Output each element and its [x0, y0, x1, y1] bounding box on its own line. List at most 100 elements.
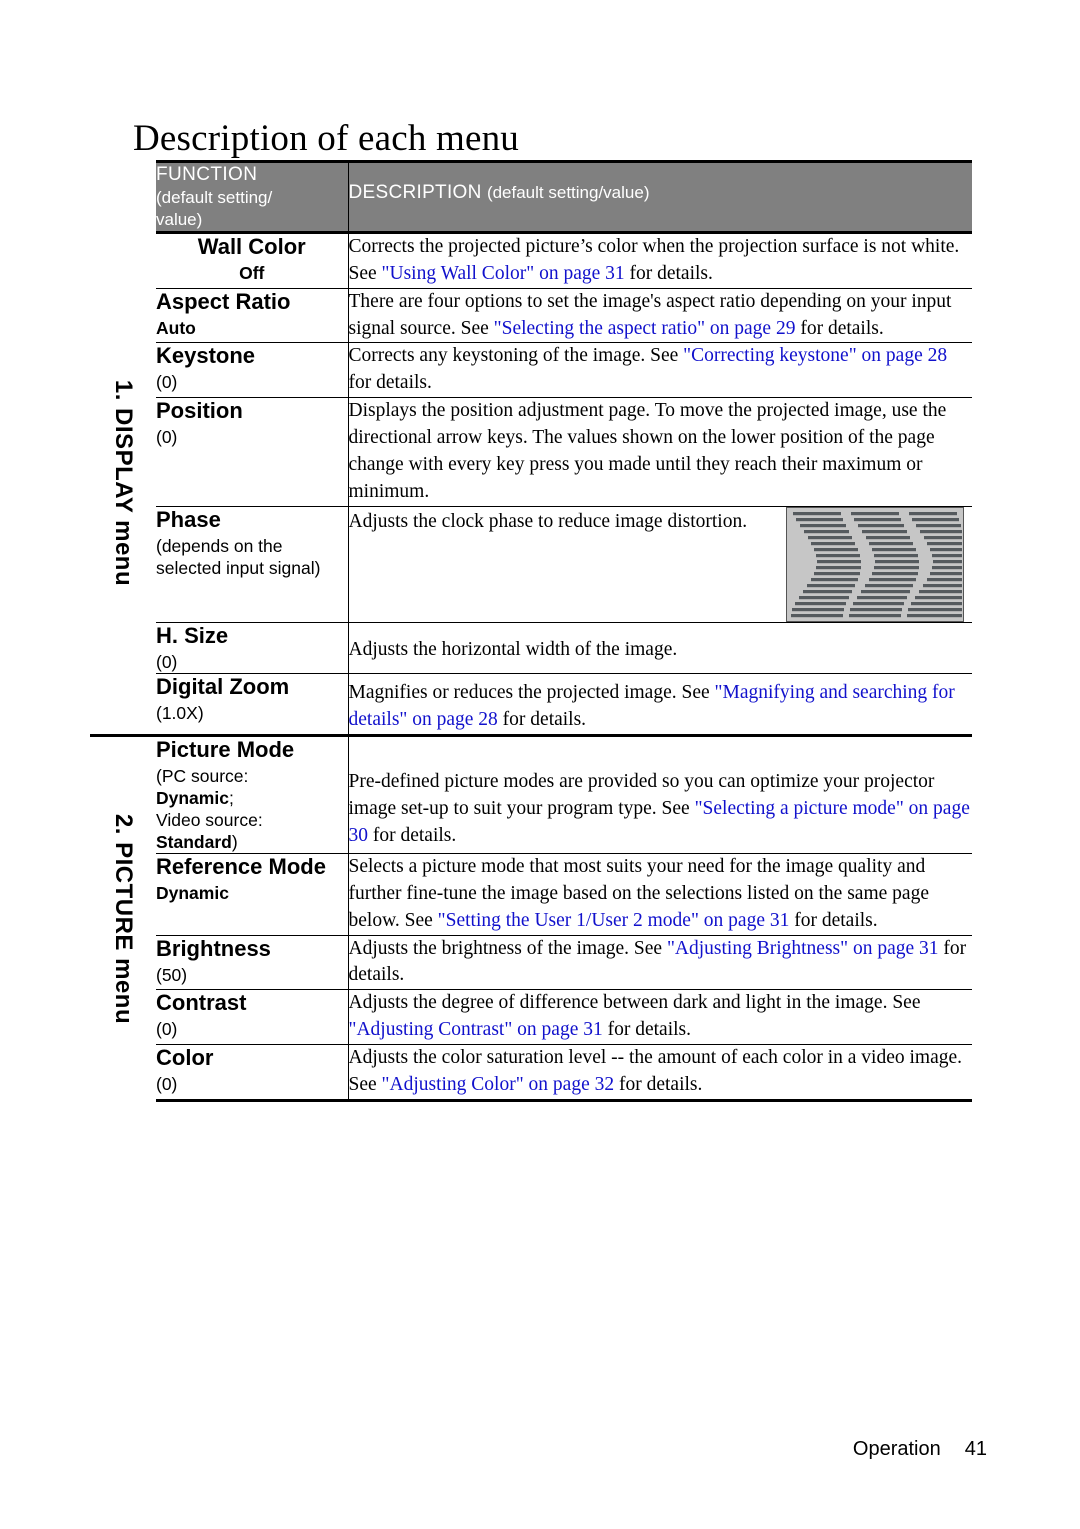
header-function-sub-line2: value)	[156, 210, 203, 230]
header-description-cell: DESCRIPTION (default setting/value)	[348, 160, 972, 234]
function-cell-reference-mode: Reference Mode Dynamic	[156, 852, 349, 936]
desc-link[interactable]: "Adjusting Color" on page 32	[382, 1074, 615, 1095]
desc-text: Corrects any keystoning of the image. Se…	[348, 345, 684, 367]
table-row: 1. DISPLAY menu Wall Color Off Corrects …	[90, 231, 972, 736]
function-default-pc-value: Dynamic	[156, 787, 229, 808]
desc-text-tail: for details.	[497, 708, 587, 730]
function-name: Color	[156, 1045, 214, 1071]
function-cell-color: Color (0)	[156, 1044, 349, 1102]
function-default-video-close: )	[231, 831, 238, 852]
function-name: Wall Color	[197, 233, 306, 259]
description-cell-picture-mode: Pre-defined picture modes are provided s…	[348, 733, 972, 854]
desc-text-tail: for details.	[602, 1019, 691, 1041]
header-description-sub: (default setting/value)	[486, 183, 650, 202]
desc-text-tail: for details.	[624, 262, 713, 284]
function-default: Auto	[156, 317, 348, 339]
table: FUNCTION (default setting/ value) DESCRI…	[90, 160, 972, 1102]
table-row: Brightness (50) Adjusts the brightness o…	[90, 934, 972, 990]
page-title: Description of each menu	[133, 117, 519, 159]
function-default-pc-label: (PC source:	[156, 765, 249, 786]
description-cell-color: Adjusts the color saturation level -- th…	[348, 1044, 972, 1102]
desc-text-tail: for details.	[614, 1074, 703, 1096]
description-cell-h-size: Adjusts the horizontal width of the imag…	[348, 621, 972, 674]
description-cell-keystone: Corrects any keystoning of the image. Se…	[348, 342, 972, 398]
function-cell-keystone: Keystone (0)	[156, 342, 349, 398]
table-row: Keystone (0) Corrects any keystoning of …	[90, 342, 972, 398]
table-row: Contrast (0) Adjusts the degree of diffe…	[90, 989, 972, 1045]
function-default: (50)	[156, 964, 188, 985]
desc-text: Adjusts the degree of difference between…	[348, 992, 921, 1014]
desc-link[interactable]: "Selecting the aspect ratio" on page 29	[494, 318, 796, 339]
function-default: Dynamic	[156, 882, 348, 904]
function-cell-h-size: H. Size (0)	[156, 621, 349, 674]
description-cell-aspect-ratio: There are four options to set the image'…	[348, 287, 972, 343]
header-description-title: DESCRIPTION	[348, 182, 482, 203]
function-cell-picture-mode: Picture Mode (PC source: Dynamic; Video …	[156, 733, 349, 854]
description-cell-digital-zoom: Magnifies or reduces the projected image…	[348, 672, 972, 736]
desc-text: Adjusts the horizontal width of the imag…	[348, 638, 678, 660]
function-default: (1.0X)	[156, 702, 204, 723]
header-function-cell: FUNCTION (default setting/ value)	[156, 160, 349, 234]
function-default-video-label: Video source:	[156, 809, 263, 830]
desc-text-tail: for details.	[348, 372, 432, 394]
page-footer: Operation 41	[0, 1438, 1080, 1461]
table-row: Reference Mode Dynamic Selects a picture…	[90, 852, 972, 936]
header-function-title: FUNCTION	[156, 164, 258, 185]
side-label-text: 2. PICTURE menu	[110, 813, 138, 1024]
function-default: (0)	[156, 1019, 178, 1040]
section-side-label-picture: 2. PICTURE menu	[90, 733, 156, 1101]
side-label-text: 1. DISPLAY menu	[110, 379, 137, 587]
function-default-value: Dynamic	[156, 882, 229, 903]
description-cell-position: Displays the position adjustment page. T…	[348, 397, 972, 507]
description-cell-brightness: Adjusts the brightness of the image. See…	[348, 934, 972, 990]
desc-link[interactable]: "Adjusting Contrast" on page 31	[349, 1019, 603, 1040]
description-cell-reference-mode: Selects a picture mode that most suits y…	[348, 852, 972, 936]
header-function-sub-line1: (default setting/	[156, 188, 273, 208]
table-row: Phase (depends on the selected input sig…	[90, 505, 972, 623]
function-default: (0)	[156, 372, 178, 393]
function-cell-contrast: Contrast (0)	[156, 989, 349, 1045]
desc-text-tail: for details.	[368, 824, 457, 846]
description-cell-wall-color: Corrects the projected picture’s color w…	[348, 231, 972, 289]
function-name: Phase	[156, 506, 221, 532]
desc-link[interactable]: "Adjusting Brightness" on page 31	[667, 938, 939, 959]
menu-description-table: FUNCTION (default setting/ value) DESCRI…	[90, 160, 972, 1102]
desc-link[interactable]: "Setting the User 1/User 2 mode" on page…	[438, 910, 790, 931]
function-default: (depends on the selected input signal)	[156, 535, 321, 578]
table-row: Aspect Ratio Auto There are four options…	[90, 287, 972, 343]
phase-waveform-illustration-icon	[786, 506, 964, 622]
table-row: H. Size (0) Adjusts the horizontal width…	[90, 621, 972, 674]
function-default: (0)	[156, 651, 178, 672]
function-default-pc-semi: ;	[228, 787, 234, 808]
table-row: Digital Zoom (1.0X) Magnifies or reduces…	[90, 672, 972, 736]
description-cell-phase: Adjusts the clock phase to reduce image …	[348, 505, 972, 623]
side-spacer	[90, 161, 156, 233]
footer-section-label: Operation	[852, 1438, 941, 1460]
footer-page-number: 41	[964, 1438, 987, 1460]
function-name: Reference Mode	[156, 853, 326, 879]
function-name: H. Size	[156, 622, 229, 648]
desc-link[interactable]: "Correcting keystone" on page 28	[683, 345, 947, 366]
function-cell-position: Position (0)	[156, 397, 349, 507]
desc-text-tail: for details.	[795, 317, 884, 339]
function-name: Keystone	[156, 343, 256, 369]
function-name: Aspect Ratio	[156, 288, 291, 314]
desc-text: Adjusts the clock phase to reduce image …	[348, 510, 748, 532]
function-default-value: Auto	[156, 317, 196, 338]
function-default: Off	[156, 262, 348, 284]
table-row: 2. PICTURE menu Picture Mode (PC source:…	[90, 733, 972, 1101]
function-name: Digital Zoom	[156, 673, 290, 699]
section-side-label-display: 1. DISPLAY menu	[90, 232, 156, 736]
function-name: Picture Mode	[156, 736, 295, 762]
description-cell-contrast: Adjusts the degree of difference between…	[348, 989, 972, 1045]
function-default: (0)	[156, 1074, 178, 1095]
desc-link[interactable]: "Using Wall Color" on page 31	[382, 263, 625, 284]
function-cell-wall-color: Wall Color Off	[156, 231, 349, 289]
function-name: Brightness	[156, 935, 271, 961]
function-default-value: Off	[239, 262, 265, 283]
desc-text: Magnifies or reduces the projected image…	[348, 681, 715, 703]
table-row: Position (0) Displays the position adjus…	[90, 397, 972, 507]
function-name: Position	[156, 398, 243, 424]
table-header-row: FUNCTION (default setting/ value) DESCRI…	[90, 160, 972, 234]
function-cell-digital-zoom: Digital Zoom (1.0X)	[156, 672, 349, 736]
